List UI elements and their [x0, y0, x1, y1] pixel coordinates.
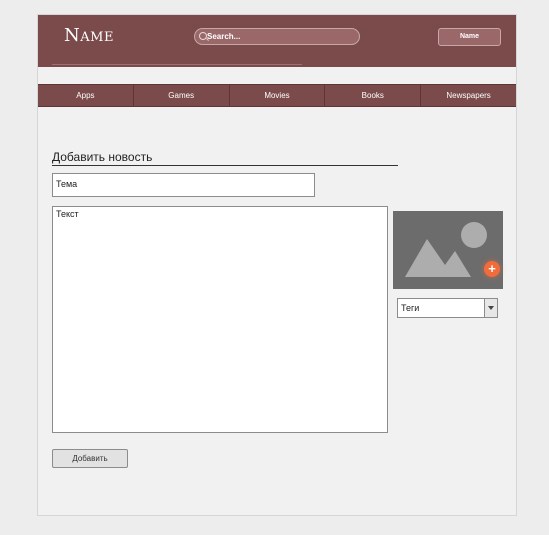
chevron-down-icon[interactable] — [484, 299, 497, 317]
image-upload[interactable] — [393, 211, 503, 289]
topic-field[interactable] — [52, 173, 315, 197]
nav-item-newspapers[interactable]: Newspapers — [421, 85, 516, 106]
nav-item-games[interactable]: Games — [134, 85, 230, 106]
search-input[interactable] — [207, 29, 355, 44]
search-icon — [199, 32, 207, 40]
search-box[interactable] — [194, 28, 360, 45]
header-divider — [52, 64, 302, 65]
page-container: Name Name Apps Games Movies Books Newspa… — [37, 14, 517, 516]
tags-select[interactable]: Теги — [397, 298, 498, 318]
user-button[interactable]: Name — [438, 28, 501, 46]
add-button[interactable]: Добавить — [52, 449, 128, 468]
nav-item-apps[interactable]: Apps — [38, 85, 134, 106]
tags-selected-value: Теги — [401, 303, 420, 313]
text-field[interactable] — [52, 206, 388, 433]
plus-icon[interactable]: + — [484, 261, 500, 277]
logo[interactable]: Name — [64, 25, 114, 46]
form-title: Добавить новость — [52, 149, 398, 166]
text-textarea[interactable] — [53, 207, 387, 432]
main-nav: Apps Games Movies Books Newspapers — [38, 84, 516, 107]
topic-input[interactable] — [56, 174, 306, 194]
image-placeholder-icon — [405, 222, 487, 277]
nav-item-movies[interactable]: Movies — [230, 85, 326, 106]
nav-item-books[interactable]: Books — [325, 85, 422, 106]
header: Name Name — [38, 15, 516, 67]
